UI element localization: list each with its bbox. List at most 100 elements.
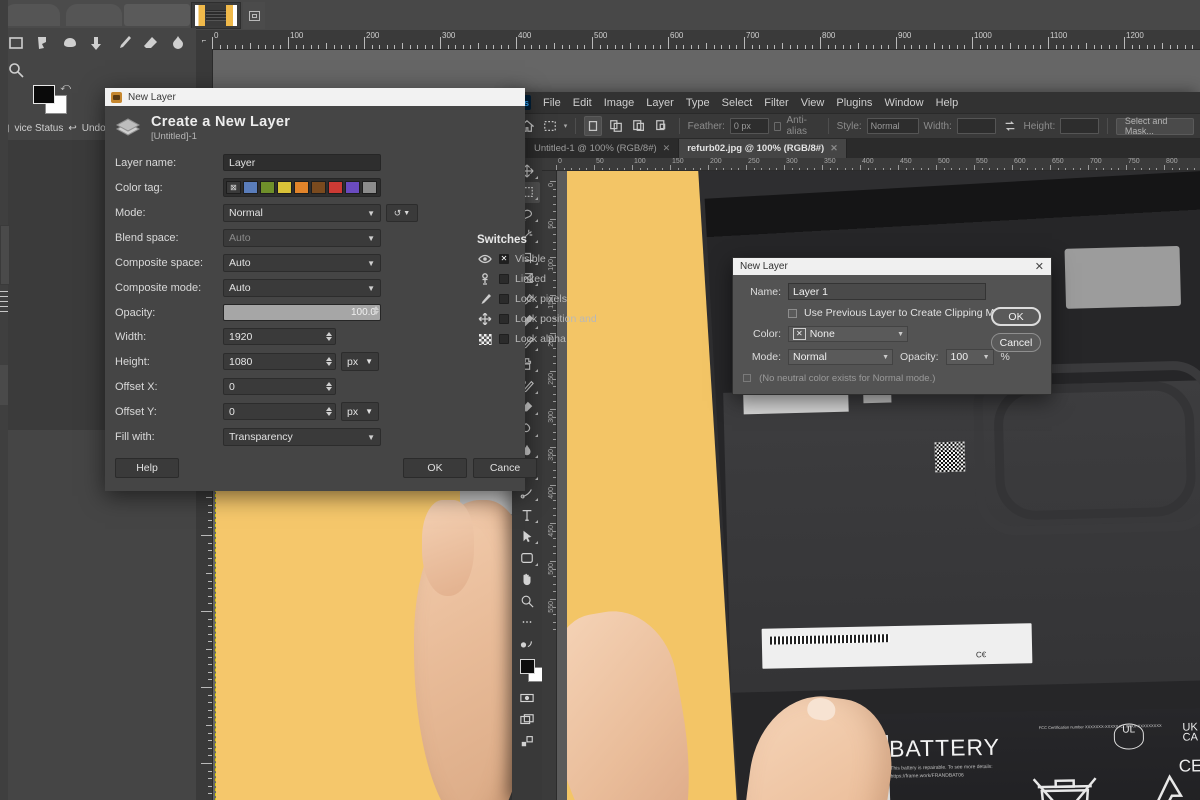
cancel-button[interactable]: Cance — [473, 458, 537, 478]
selection-add-icon[interactable] — [607, 116, 625, 136]
close-icon[interactable]: ✕ — [1035, 260, 1044, 273]
gradient-tool-icon[interactable] — [85, 31, 109, 55]
color-tag-orange[interactable] — [294, 181, 309, 194]
composite-mode-select[interactable]: Auto ▼ — [223, 279, 381, 297]
offset-y-input[interactable]: 0 — [223, 403, 336, 420]
offset-y-stepper[interactable] — [326, 407, 332, 416]
menu-image[interactable]: Image — [598, 95, 641, 111]
offset-x-input[interactable]: 0 — [223, 378, 336, 395]
tool-preset-picker[interactable] — [541, 116, 559, 136]
foreground-color-swatch[interactable] — [33, 85, 55, 104]
type-tool-icon[interactable] — [514, 504, 540, 526]
hand-tool-icon[interactable] — [514, 569, 540, 591]
gimp-dock-tab-1[interactable] — [4, 4, 60, 26]
dialog-title-bar[interactable]: New Layer ✕ — [733, 258, 1051, 275]
document-tab-untitled-1[interactable]: Untitled-1 @ 100% (RGB/8#) ✕ — [526, 139, 679, 158]
lock-pixels-checkbox[interactable] — [499, 294, 509, 304]
foreground-background-color[interactable] — [520, 659, 543, 682]
gimp-navigation-tab[interactable] — [243, 2, 265, 29]
opacity-input[interactable]: 100 ▼ — [946, 349, 994, 365]
gimp-left-collapsed-panel-2[interactable] — [0, 365, 8, 405]
more-tools-icon[interactable] — [514, 612, 540, 634]
foreground-color-swatch[interactable] — [520, 659, 535, 674]
menu-filter[interactable]: Filter — [758, 95, 794, 111]
menu-type[interactable]: Type — [680, 95, 716, 111]
menu-file[interactable]: File — [537, 95, 567, 111]
color-tag-none[interactable]: ⊠ — [226, 181, 241, 194]
gimp-ruler-origin[interactable]: ⌐ — [196, 30, 212, 50]
gimp-image-thumbnail-tab[interactable] — [191, 2, 241, 29]
height-input[interactable]: 1080 — [223, 353, 336, 370]
color-tag-blue[interactable] — [243, 181, 258, 194]
layer-name-input[interactable]: Layer 1 — [788, 283, 986, 300]
quick-mask-tool-icon[interactable] — [514, 688, 540, 710]
layer-color-select[interactable]: ✕ None ▼ — [788, 326, 908, 342]
opacity-slider[interactable]: 100.0 — [223, 304, 381, 321]
switch-lock-pixels[interactable]: Lock pixels — [477, 292, 627, 306]
path-selection-tool-icon[interactable] — [514, 526, 540, 548]
photoshop-horizontal-ruler[interactable]: 0501001502002503003504004505005506006507… — [542, 158, 1200, 171]
paintbrush-tool-icon[interactable] — [112, 31, 136, 55]
cancel-button[interactable]: Cancel — [991, 333, 1041, 352]
mode-select[interactable]: Normal ▼ — [223, 204, 381, 222]
close-icon[interactable]: ✕ — [830, 143, 838, 154]
dock-tab-device-status[interactable]: vice Status — [14, 123, 63, 134]
switch-visible[interactable]: Visible — [477, 252, 627, 266]
opacity-stepper[interactable] — [373, 306, 379, 315]
visible-checkbox[interactable] — [499, 254, 509, 264]
menu-select[interactable]: Select — [716, 95, 759, 111]
anti-alias-checkbox[interactable] — [774, 122, 782, 131]
free-select-tool-icon[interactable] — [31, 31, 55, 55]
menu-view[interactable]: View — [795, 95, 831, 111]
menu-layer[interactable]: Layer — [640, 95, 680, 111]
swap-colors-icon[interactable]: ⤺ — [60, 82, 71, 93]
size-unit-select[interactable]: px ▼ — [341, 352, 379, 371]
clipping-mask-checkbox[interactable] — [788, 309, 797, 318]
height-stepper[interactable] — [326, 357, 332, 366]
width-input[interactable]: 1920 — [223, 328, 336, 345]
layer-name-input[interactable]: Layer — [223, 154, 381, 171]
zoom-tool-icon[interactable] — [514, 590, 540, 612]
menu-window[interactable]: Window — [878, 95, 929, 111]
close-icon[interactable]: ✕ — [663, 143, 671, 154]
color-tag-yellow[interactable] — [277, 181, 292, 194]
switch-lock-position[interactable]: Lock position and — [477, 312, 627, 326]
shape-tool-icon[interactable] — [514, 547, 540, 569]
screen-mode-tool-icon[interactable] — [514, 709, 540, 731]
select-and-mask-button[interactable]: Select and Mask... — [1116, 118, 1194, 135]
feather-input[interactable]: 0 px — [730, 118, 769, 134]
composite-space-select[interactable]: Auto ▼ — [223, 254, 381, 272]
swap-width-height-icon[interactable] — [1001, 116, 1019, 136]
color-tag-green[interactable] — [260, 181, 275, 194]
tool-preset-chevron-icon[interactable]: ▾ — [564, 122, 568, 130]
menu-plugins[interactable]: Plugins — [830, 95, 878, 111]
lock-alpha-checkbox[interactable] — [499, 334, 509, 344]
lock-position-checkbox[interactable] — [499, 314, 509, 324]
offset-x-stepper[interactable] — [326, 382, 332, 391]
gimp-image-canvas[interactable] — [216, 480, 532, 800]
ok-button[interactable]: OK — [991, 307, 1041, 326]
dialog-title-bar[interactable]: New Layer — [105, 88, 525, 106]
gimp-horizontal-ruler[interactable]: 0100200300400500600700800900100011001200 — [196, 30, 1200, 50]
fill-with-select[interactable]: Transparency ▼ — [223, 428, 381, 446]
smudge-tool-icon[interactable] — [166, 31, 190, 55]
selection-intersect-icon[interactable] — [653, 116, 671, 136]
height-input[interactable] — [1060, 118, 1099, 134]
document-tab-refurb02[interactable]: refurb02.jpg @ 100% (RGB/8#) ✕ — [679, 139, 847, 158]
ok-button[interactable]: OK — [403, 458, 467, 478]
switch-linked[interactable]: Linked — [477, 272, 627, 286]
gimp-foreground-background-colors[interactable]: ⤺ — [33, 85, 69, 117]
gimp-left-handle[interactable] — [0, 290, 8, 312]
switch-lock-alpha[interactable]: Lock alpha — [477, 332, 627, 346]
blend-mode-select[interactable]: Normal ▼ — [788, 349, 893, 365]
blend-space-select[interactable]: Auto ▼ — [223, 229, 381, 247]
color-tag-red[interactable] — [328, 181, 343, 194]
edit-toolbar-icon[interactable] — [514, 633, 540, 655]
linked-checkbox[interactable] — [499, 274, 509, 284]
color-tag-violet[interactable] — [345, 181, 360, 194]
selection-new-icon[interactable] — [584, 116, 602, 136]
gimp-dock-tab-2[interactable] — [66, 4, 122, 26]
color-tag-brown[interactable] — [311, 181, 326, 194]
gimp-dock-tab-3[interactable] — [124, 4, 190, 26]
offset-unit-select[interactable]: px ▼ — [341, 402, 379, 421]
